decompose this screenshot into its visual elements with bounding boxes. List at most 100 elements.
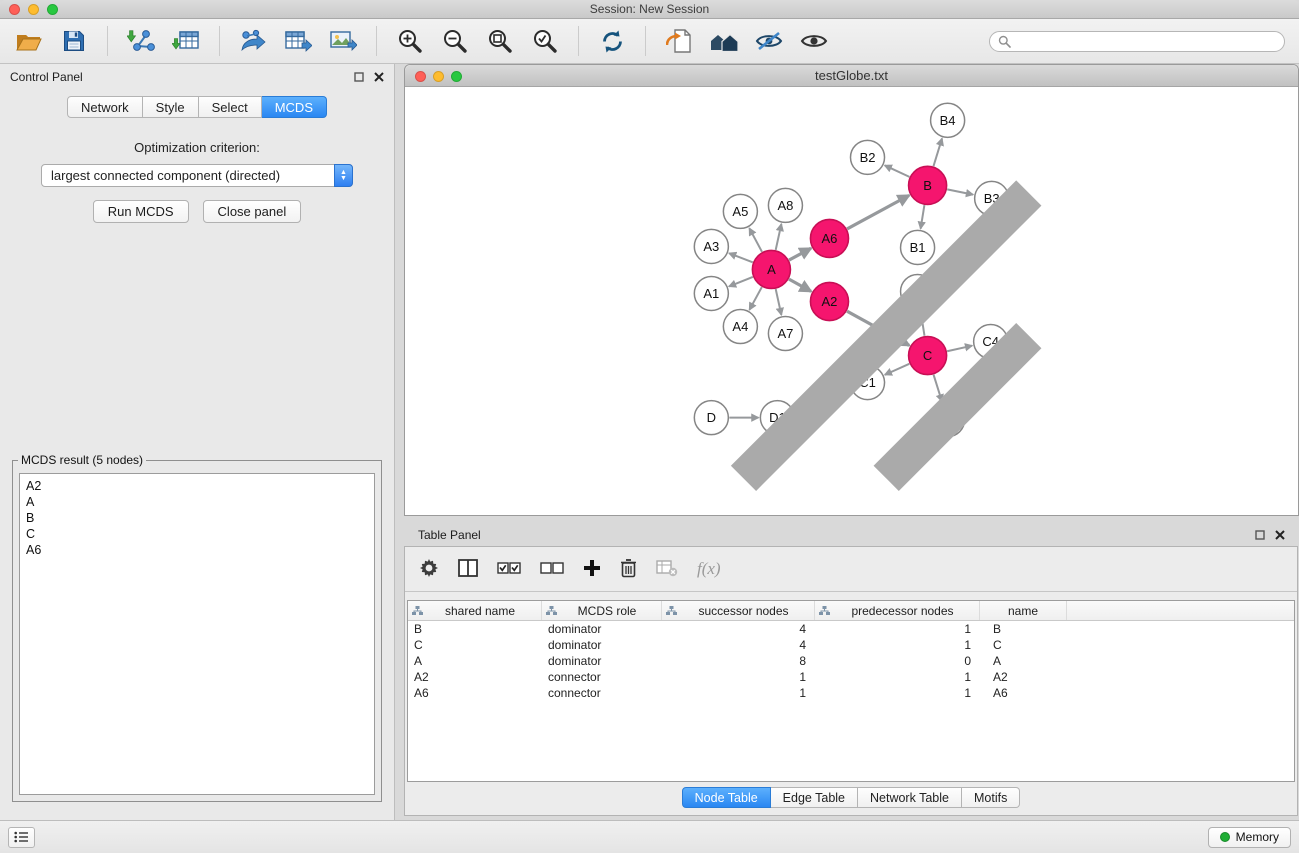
close-table-panel-icon[interactable]: [1275, 530, 1285, 540]
tab-style[interactable]: Style: [143, 96, 199, 118]
table-cell-role[interactable]: connector: [542, 670, 662, 684]
minimize-window-button[interactable]: [28, 4, 39, 15]
table-cell-pred[interactable]: 1: [815, 686, 980, 700]
tab-node-table[interactable]: Node Table: [682, 787, 771, 808]
table-cell-shared_name[interactable]: A: [408, 654, 542, 668]
task-history-button[interactable]: [8, 827, 35, 848]
memory-button[interactable]: Memory: [1208, 827, 1291, 848]
export-image-icon[interactable]: [328, 26, 358, 56]
show-columns-icon[interactable]: [458, 559, 478, 580]
table-cell-succ[interactable]: 1: [662, 670, 815, 684]
save-session-icon[interactable]: [59, 26, 89, 56]
table-cell-pred[interactable]: 1: [815, 670, 980, 684]
table-cell-pred[interactable]: 1: [815, 622, 980, 636]
column-header-name[interactable]: name: [980, 601, 1067, 620]
delete-column-icon[interactable]: [620, 558, 637, 581]
close-network-window-button[interactable]: [415, 71, 426, 82]
table-cell-succ[interactable]: 4: [662, 622, 815, 636]
zoom-out-icon[interactable]: [440, 26, 470, 56]
app-titlebar: Session: New Session: [0, 0, 1299, 19]
column-sort-icon: [819, 606, 830, 616]
vertical-splitter[interactable]: [395, 64, 404, 820]
show-graphics-details-icon[interactable]: [754, 26, 784, 56]
result-list-item[interactable]: C: [26, 526, 368, 542]
home-icon[interactable]: [709, 26, 739, 56]
table-cell-pred[interactable]: 1: [815, 638, 980, 652]
result-list-item[interactable]: A2: [26, 478, 368, 494]
result-list-item[interactable]: A6: [26, 542, 368, 558]
close-panel-icon[interactable]: [374, 72, 384, 82]
table-row[interactable]: Bdominator41B: [408, 621, 1294, 637]
float-panel-icon[interactable]: [354, 72, 364, 82]
add-column-icon[interactable]: [583, 559, 601, 580]
table-cell-name[interactable]: C: [980, 638, 1067, 652]
delete-table-icon[interactable]: [656, 559, 678, 580]
toolbar-separator: [107, 26, 108, 56]
tab-network[interactable]: Network: [67, 96, 143, 118]
table-cell-role[interactable]: dominator: [542, 638, 662, 652]
network-canvas[interactable]: B4B2BB3A5A8A6B1A3AC2A1A2A4A7C4CC1C3DD1: [405, 87, 1298, 515]
table-cell-succ[interactable]: 8: [662, 654, 815, 668]
float-table-panel-icon[interactable]: [1255, 530, 1265, 540]
table-row[interactable]: Adominator80A: [408, 653, 1294, 669]
column-header-predecessor-nodes[interactable]: predecessor nodes: [815, 601, 980, 620]
tab-edge-table[interactable]: Edge Table: [771, 787, 858, 808]
zoom-selected-icon[interactable]: [530, 26, 560, 56]
zoom-fit-icon[interactable]: [485, 26, 515, 56]
table-cell-role[interactable]: dominator: [542, 654, 662, 668]
zoom-network-window-button[interactable]: [451, 71, 462, 82]
control-panel-header: Control Panel: [0, 64, 394, 89]
resize-grip-icon[interactable]: [405, 87, 1297, 514]
minimize-network-window-button[interactable]: [433, 71, 444, 82]
tab-select[interactable]: Select: [199, 96, 262, 118]
table-cell-shared_name[interactable]: C: [408, 638, 542, 652]
table-row[interactable]: A2connector11A2: [408, 669, 1294, 685]
table-cell-shared_name[interactable]: B: [408, 622, 542, 636]
import-table-icon[interactable]: [171, 26, 201, 56]
mcds-result-list[interactable]: A2ABCA6: [19, 473, 375, 795]
deselect-all-rows-icon[interactable]: [540, 560, 564, 579]
zoom-window-button[interactable]: [47, 4, 58, 15]
run-mcds-button[interactable]: Run MCDS: [93, 200, 189, 223]
table-cell-name[interactable]: A2: [980, 670, 1067, 684]
refresh-icon[interactable]: [597, 26, 627, 56]
search-field[interactable]: [989, 31, 1285, 52]
column-header-mcds-role[interactable]: MCDS role: [542, 601, 662, 620]
column-header-shared-name[interactable]: shared name: [408, 601, 542, 620]
table-cell-name[interactable]: A: [980, 654, 1067, 668]
open-session-file-icon[interactable]: [664, 26, 694, 56]
table-row[interactable]: Cdominator41C: [408, 637, 1294, 653]
table-cell-succ[interactable]: 4: [662, 638, 815, 652]
export-network-icon[interactable]: [238, 26, 268, 56]
table-cell-shared_name[interactable]: A2: [408, 670, 542, 684]
column-header-successor-nodes[interactable]: successor nodes: [662, 601, 815, 620]
table-settings-gear-icon[interactable]: [419, 558, 439, 581]
result-list-item[interactable]: B: [26, 510, 368, 526]
tab-network-table[interactable]: Network Table: [858, 787, 962, 808]
show-hide-panel-icon[interactable]: [799, 26, 829, 56]
export-table-icon[interactable]: [283, 26, 313, 56]
close-window-button[interactable]: [9, 4, 20, 15]
column-sort-icon: [546, 606, 557, 616]
table-cell-role[interactable]: connector: [542, 686, 662, 700]
table-cell-shared_name[interactable]: A6: [408, 686, 542, 700]
zoom-in-icon[interactable]: [395, 26, 425, 56]
table-cell-pred[interactable]: 0: [815, 654, 980, 668]
tab-motifs[interactable]: Motifs: [962, 787, 1020, 808]
table-cell-role[interactable]: dominator: [542, 622, 662, 636]
table-row[interactable]: A6connector11A6: [408, 685, 1294, 701]
open-session-icon[interactable]: [14, 26, 44, 56]
tab-mcds[interactable]: MCDS: [262, 96, 327, 118]
table-cell-name[interactable]: B: [980, 622, 1067, 636]
select-all-rows-icon[interactable]: [497, 560, 521, 579]
network-window-titlebar[interactable]: testGlobe.txt: [405, 65, 1298, 87]
optimization-criterion-select[interactable]: largest connected component (directed) ▲…: [41, 164, 353, 187]
network-window-controls: [415, 71, 462, 82]
result-list-item[interactable]: A: [26, 494, 368, 510]
function-builder-icon[interactable]: f(x): [697, 559, 721, 579]
close-panel-button[interactable]: Close panel: [203, 200, 302, 223]
table-cell-name[interactable]: A6: [980, 686, 1067, 700]
search-input[interactable]: [1016, 34, 1276, 48]
import-network-icon[interactable]: [126, 26, 156, 56]
table-cell-succ[interactable]: 1: [662, 686, 815, 700]
